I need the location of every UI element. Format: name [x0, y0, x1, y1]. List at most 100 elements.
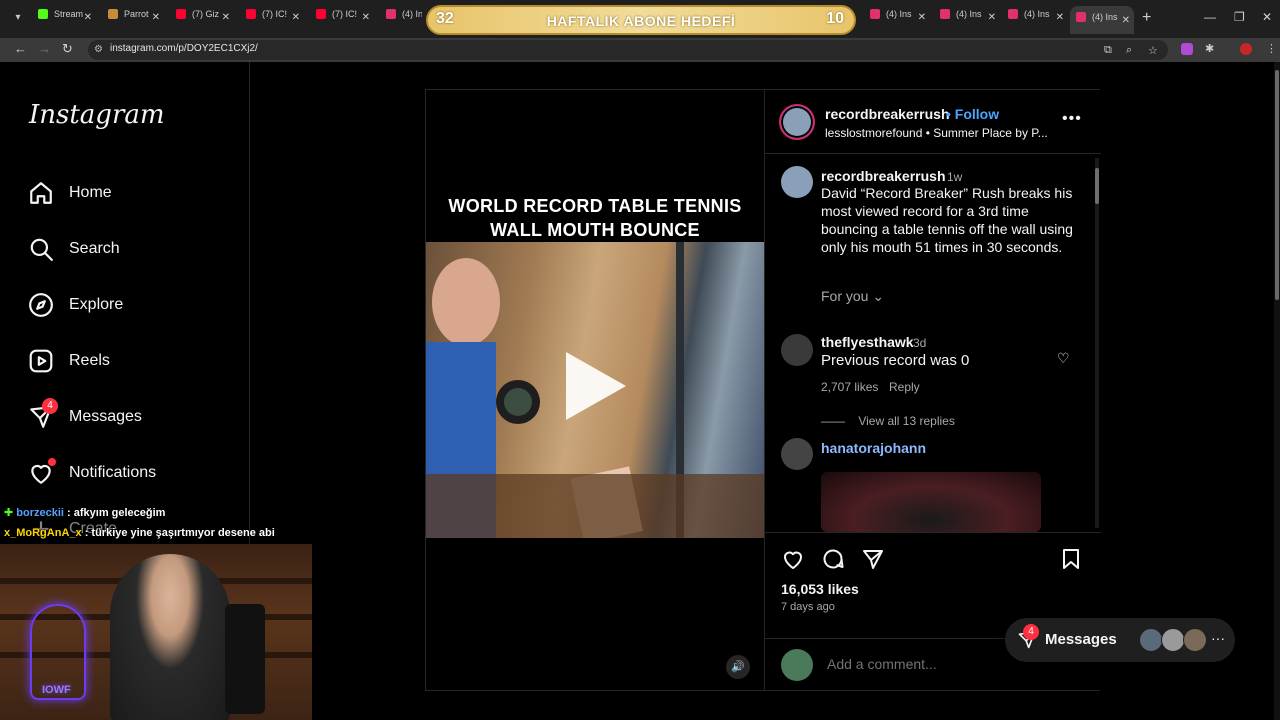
- reel-video[interactable]: WORLD RECORD TABLE TENNIS WALL MOUTH BOU…: [426, 90, 764, 690]
- contact-avatar: [1161, 628, 1185, 652]
- instagram-logo[interactable]: Instagram: [29, 100, 165, 130]
- share-icon[interactable]: [861, 547, 885, 571]
- back-icon[interactable]: ←: [14, 41, 27, 56]
- more-options-icon[interactable]: •••: [1062, 110, 1082, 128]
- post-view: WORLD RECORD TABLE TENNIS WALL MOUTH BOU…: [425, 89, 1101, 691]
- microphone: [225, 604, 265, 714]
- reload-icon[interactable]: ↻: [62, 41, 73, 57]
- close-icon[interactable]: ✕: [84, 12, 92, 23]
- close-window-icon[interactable]: ✕: [1262, 10, 1272, 24]
- streamer-webcam: IOWF: [0, 544, 312, 720]
- browser-tab[interactable]: (7) Giz ✕: [176, 8, 230, 30]
- comment-icon[interactable]: [821, 547, 845, 571]
- caption-time: 1w: [947, 170, 963, 184]
- save-icon[interactable]: [1059, 547, 1083, 571]
- stream-chat-message: ✚ borzeckii : afkyım geleceğim: [4, 507, 166, 519]
- browser-tab[interactable]: Parrot ✕: [108, 8, 160, 30]
- minimize-icon[interactable]: —: [1204, 10, 1216, 24]
- profile-icon[interactable]: [1240, 43, 1252, 55]
- for-you-filter[interactable]: For you ⌄: [821, 288, 884, 305]
- comment-username[interactable]: hanatorajohann: [821, 440, 926, 456]
- comment-media[interactable]: [821, 472, 1041, 532]
- view-replies-button[interactable]: —— View all 13 replies: [821, 414, 955, 428]
- like-icon[interactable]: [781, 547, 805, 571]
- comment-likes[interactable]: 2,707 likes: [821, 380, 878, 394]
- browser-tab[interactable]: (4) Ins ✕: [940, 8, 996, 30]
- caption-text: David “Record Breaker” Rush breaks his m…: [821, 185, 1073, 255]
- browser-tab-bar: ▾ Stream ✕ Parrot ✕ (7) Giz ✕ (7) IC! ✕ (7) …: [0, 0, 1280, 38]
- play-button[interactable]: [566, 352, 626, 420]
- goal-target: 10: [826, 10, 844, 27]
- commenter-avatar[interactable]: [781, 334, 813, 366]
- kick-icon: [38, 8, 48, 19]
- browser-tab[interactable]: Stream ✕: [38, 8, 92, 30]
- close-icon[interactable]: ✕: [222, 12, 230, 23]
- extension-icon[interactable]: [1181, 43, 1193, 55]
- author-avatar[interactable]: [779, 104, 815, 140]
- audio-location[interactable]: lesslostmorefound • Summer Place by P...: [825, 126, 1055, 140]
- close-icon[interactable]: ✕: [1056, 12, 1064, 23]
- comment-like-icon[interactable]: ♡: [1057, 350, 1070, 367]
- reply-button[interactable]: Reply: [889, 380, 920, 394]
- browser-tab[interactable]: (4) Ins ✕: [870, 8, 926, 30]
- browser-tab-active[interactable]: (4) Ins ✕: [1070, 6, 1134, 34]
- caption-username[interactable]: recordbreakerrush: [821, 168, 946, 184]
- page-scrollbar[interactable]: [1274, 62, 1280, 720]
- close-icon[interactable]: ✕: [1122, 15, 1130, 26]
- instagram-icon: [386, 8, 396, 19]
- comment-text: Previous record was 0: [821, 352, 970, 369]
- goal-label: HAFTALIK ABONE HEDEFİ: [546, 13, 736, 29]
- close-icon[interactable]: ✕: [292, 12, 300, 23]
- follow-button[interactable]: • Follow: [946, 106, 999, 122]
- contact-avatar: [1183, 628, 1207, 652]
- commenter-avatar[interactable]: [781, 438, 813, 470]
- zoom-icon[interactable]: ⌕: [1126, 44, 1132, 57]
- close-icon[interactable]: ✕: [988, 12, 996, 23]
- tab-search-icon[interactable]: ▾: [10, 12, 26, 26]
- comment-time: 3d: [913, 336, 927, 350]
- browser-tab[interactable]: (7) IC! ✕: [246, 8, 300, 30]
- post-actions: 16,053 likes 7 days ago: [765, 532, 1101, 620]
- browser-tab[interactable]: (4) Ins: [386, 8, 422, 30]
- close-icon[interactable]: ✕: [152, 12, 160, 23]
- current-user-avatar: [781, 649, 813, 681]
- omnibox[interactable]: ⚙ instagram.com/p/DOY2EC1CXj2/ ⧉ ⌕ ☆: [88, 40, 1168, 60]
- messages-floating-button[interactable]: 4 Messages ···: [1005, 618, 1235, 662]
- comment-input[interactable]: [825, 653, 1025, 675]
- post-header: recordbreakerrush • Follow lesslostmoref…: [765, 90, 1101, 154]
- subscriber-goal-banner: 32 HAFTALIK ABONE HEDEFİ 10: [426, 5, 856, 35]
- bookmark-star-icon[interactable]: ☆: [1148, 44, 1158, 57]
- browser-tab[interactable]: (7) IC! ✕: [316, 8, 370, 30]
- site-info-icon[interactable]: ⚙: [94, 44, 103, 55]
- address-bar: ← → ↻ ⚙ instagram.com/p/DOY2EC1CXj2/ ⧉ ⌕…: [0, 38, 1280, 62]
- restore-icon[interactable]: ❐: [1234, 10, 1245, 24]
- messages-badge: 4: [1023, 624, 1039, 640]
- url-text[interactable]: instagram.com/p/DOY2EC1CXj2/: [110, 43, 258, 54]
- youtube-icon: [176, 8, 186, 19]
- video-frame[interactable]: [426, 242, 764, 538]
- chevron-down-icon: ⌄: [872, 288, 885, 304]
- forward-icon[interactable]: →: [38, 41, 51, 56]
- close-icon[interactable]: ✕: [918, 12, 926, 23]
- install-icon[interactable]: ⧉: [1104, 44, 1112, 57]
- browser-tab[interactable]: (4) Ins ✕: [1008, 8, 1064, 30]
- post-details-panel: recordbreakerrush • Follow lesslostmoref…: [764, 90, 1101, 690]
- messages-badge: 4: [42, 398, 58, 414]
- instagram-icon: [870, 8, 880, 19]
- author-username[interactable]: recordbreakerrush: [825, 106, 950, 122]
- streamer: [110, 554, 230, 720]
- comments-scrollbar[interactable]: [1095, 158, 1099, 528]
- youtube-icon: [316, 8, 326, 19]
- extensions-puzzle-icon[interactable]: ✱: [1205, 42, 1214, 55]
- neon-sign-text: IOWF: [42, 684, 71, 696]
- close-icon[interactable]: ✕: [362, 12, 370, 23]
- volume-icon[interactable]: 🔊: [726, 655, 750, 679]
- comment-username[interactable]: theflyesthawk: [821, 334, 914, 350]
- new-tab-button[interactable]: +: [1142, 9, 1151, 27]
- like-count[interactable]: 16,053 likes: [781, 581, 859, 597]
- compass-icon: [29, 293, 53, 317]
- browser-menu-icon[interactable]: ⋮: [1266, 42, 1277, 55]
- more-options-icon: ···: [1211, 630, 1225, 646]
- caption-avatar[interactable]: [781, 166, 813, 198]
- comments-list: recordbreakerrush 1w David “Record Break…: [765, 154, 1101, 532]
